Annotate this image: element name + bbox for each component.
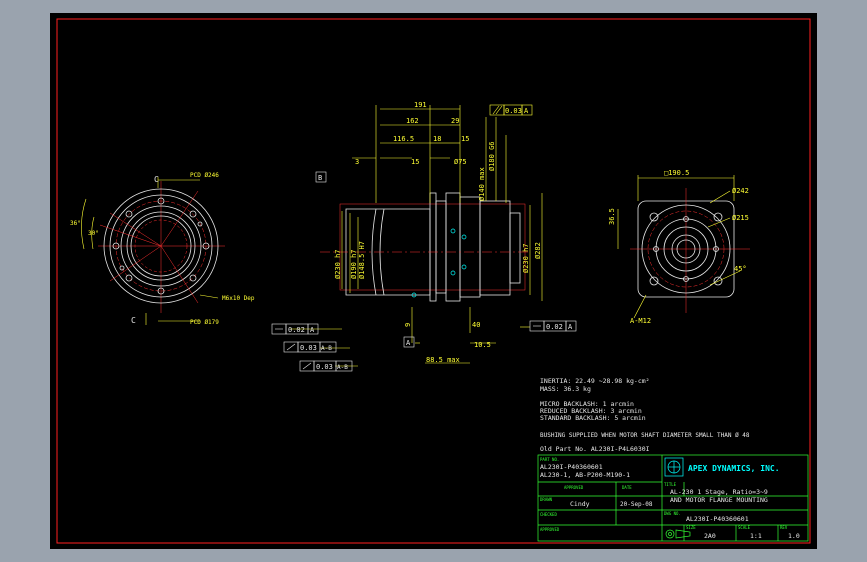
tb-part-no-label: PART NO. <box>540 457 559 462</box>
tb-drawn-label: DRAWN <box>540 497 553 502</box>
dim-v180: Ø180 G6 <box>488 141 496 171</box>
tb-size: 2A0 <box>704 532 716 540</box>
dim-v140: Ø140 max <box>478 167 486 201</box>
right-45-label: 45° <box>734 265 747 273</box>
tb-scale: 1:1 <box>750 532 762 540</box>
tol-left-2-ref: A-B <box>321 345 332 352</box>
tb-drawn-date: 20-Sep-08 <box>620 501 653 508</box>
dim-162: 162 <box>406 117 419 125</box>
dim-h10-5: 10.5 <box>474 341 491 349</box>
datum-b: B <box>318 174 322 182</box>
right-d242-label: Ø242 <box>732 187 749 195</box>
tol-left-1-value: 0.02 <box>288 326 305 334</box>
note-mass: MASS: 36.3 kg <box>540 385 591 393</box>
dim-h88-5: 88.5 max <box>426 356 460 364</box>
drawing-canvas: PCD Ø246 PCD Ø179 M6x10 Dep 36° 30° C C <box>50 13 817 549</box>
dim-15a: 15 <box>461 135 469 143</box>
tb-dwg-no: AL230I-P40360601 <box>686 515 749 523</box>
dim-v148-5: Ø148.5 H7 <box>358 241 366 279</box>
dim-v40: 40 <box>472 321 480 329</box>
tb-approved-label: APPROVED <box>564 485 584 490</box>
right-sq-label: □190.5 <box>664 169 689 177</box>
tol-right-ref: A <box>568 323 573 331</box>
left-view <box>98 181 225 313</box>
right-view-dims <box>617 175 741 319</box>
tb-part-no-1: AL230I-P40360601 <box>540 463 603 471</box>
top-flat-value: 0.03 <box>505 107 522 115</box>
dim-3: 3 <box>355 158 359 166</box>
left-pcd179-label: PCD Ø179 <box>190 319 219 326</box>
tol-left-2-value: 0.03 <box>300 344 317 352</box>
dim-75: Ø75 <box>454 158 467 166</box>
dim-191: 191 <box>414 101 427 109</box>
tb-dwg-label: DWG NO. <box>664 511 681 516</box>
right-d215-label: Ø215 <box>732 214 749 222</box>
tb-company: APEX DYNAMICS, INC. <box>688 464 780 473</box>
top-flat-ref: A <box>524 107 529 115</box>
left-36-label: 36° <box>70 220 81 227</box>
right-view <box>630 188 750 313</box>
datum-a: A <box>406 339 411 347</box>
tb-title-1: AL-230 1 Stage, Ratio=3~9 <box>670 488 768 496</box>
tb-part-no-2: AL230-1, AB-P200-M190-1 <box>540 471 630 479</box>
tb-scale-label: SCALE <box>738 525 751 530</box>
dim-15b: 15 <box>411 158 419 166</box>
note-inertia: INERTIA: 22.49 ~28.98 kg-cm² <box>540 377 650 385</box>
tb-size-label: SIZE <box>686 525 696 530</box>
left-m6-label: M6x10 Dep <box>222 295 255 302</box>
tol-left-3-value: 0.03 <box>316 363 333 371</box>
dim-116-5: 116.5 <box>393 135 414 143</box>
tol-right-value: 0.02 <box>546 323 563 331</box>
tb-title-label: TITLE <box>664 482 677 487</box>
tb-drawn-by: Cindy <box>570 500 590 508</box>
tol-left-1-ref: A <box>310 326 315 334</box>
company-logo-icon <box>664 457 684 477</box>
tb-title-2: AND MOTOR FLANGE MOUNTING <box>670 496 768 504</box>
dim-v9: 9 <box>404 323 412 327</box>
left-view-dims <box>81 177 219 325</box>
dim-v282: Ø282 <box>534 242 542 259</box>
tol-left-3-ref: A-B <box>337 364 348 371</box>
note-standard: STANDARD BACKLASH: 5 arcmin <box>540 414 646 422</box>
dim-v230h7-left: Ø230 h7 <box>334 249 342 279</box>
tb-approved2-label: APPROVED <box>540 527 560 532</box>
right-36-5-label: 36.5 <box>608 208 616 225</box>
tb-checked-label: CHECKED <box>540 512 557 517</box>
left-c1-label: C <box>154 175 159 184</box>
right-a-m12-label: A-M12 <box>630 317 651 325</box>
side-view <box>320 192 530 302</box>
side-view-dims <box>290 105 543 367</box>
projection-symbol-icon <box>665 529 691 539</box>
tb-date-label: DATE <box>622 485 632 490</box>
left-c2-label: C <box>131 316 136 325</box>
left-30-label: 30° <box>88 230 99 237</box>
tb-rev: 1.0 <box>788 532 800 540</box>
dim-v230h7-right: Ø230 h7 <box>522 243 530 273</box>
tb-rev-label: REV <box>780 525 788 530</box>
dim-29: 29 <box>451 117 459 125</box>
dim-18: 18 <box>433 135 441 143</box>
left-pcd246-label: PCD Ø246 <box>190 172 219 179</box>
note-old-part: Old Part No. AL230I-P4L6030I <box>540 445 650 453</box>
dim-v190h7: Ø190 h7 <box>350 249 358 279</box>
note-bushing: BUSHING SUPPLIED WHEN MOTOR SHAFT DIAMET… <box>540 432 750 439</box>
